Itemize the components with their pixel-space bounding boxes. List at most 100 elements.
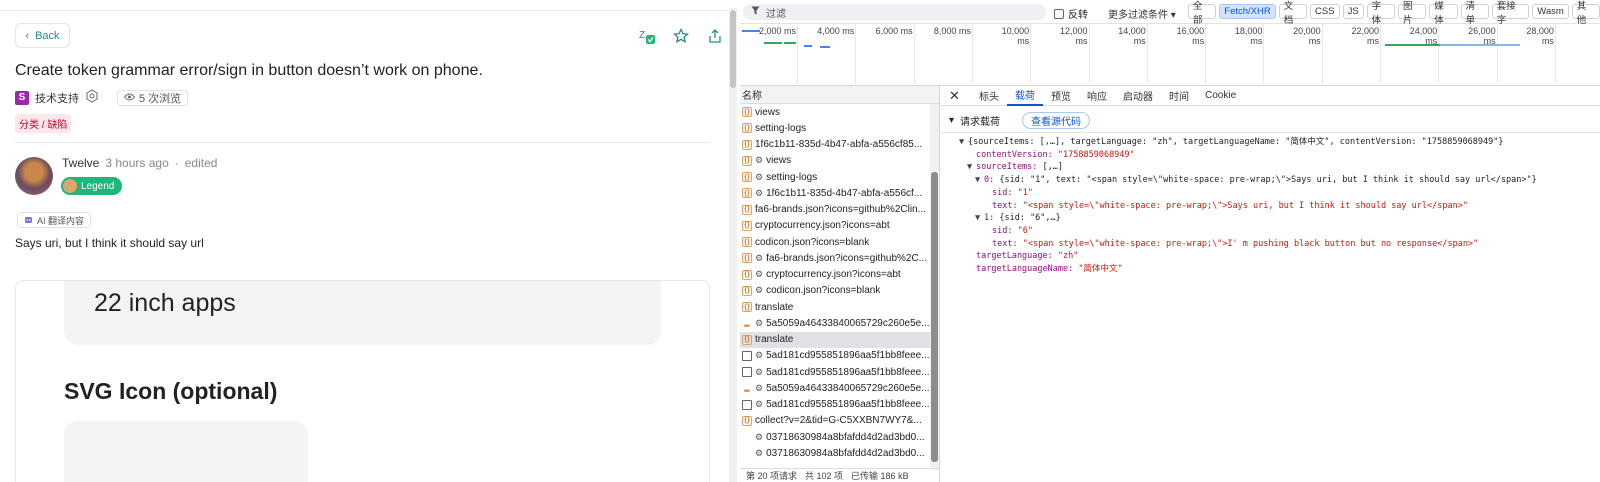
edited-label[interactable]: edited (185, 156, 218, 170)
request-list-scrollbar[interactable] (930, 104, 939, 470)
category-link[interactable]: 技术支持 (35, 90, 79, 106)
type-filter-chip[interactable]: 字体 (1366, 1, 1395, 26)
request-row[interactable]: {} 1f6c1b11-835d-4b47-abfa-a556cf85... (740, 137, 939, 153)
request-row[interactable]: {} ⚙ views (740, 153, 939, 169)
payload-line[interactable]: sid: "1" (959, 187, 1537, 200)
payload-line[interactable]: ▼ 0: {sid: "1", text: "<span style=\"whit… (959, 174, 1537, 187)
request-row[interactable]: ▂ ⚙ 5a5059a46433840065729c260e5e... (740, 380, 939, 396)
request-row[interactable]: {} collect?v=2&tid=G-C5XXBN7WY7&... (740, 413, 939, 429)
request-row[interactable]: {} ⚙ fa6-brands.json?icons=github%2C... (740, 250, 939, 266)
detail-tab[interactable]: 预览 (1043, 86, 1079, 106)
topic-tag[interactable]: 分类 / 缺陷 (15, 114, 72, 133)
detail-tab[interactable]: 启动器 (1115, 86, 1161, 106)
star-icon[interactable] (670, 25, 692, 47)
request-row[interactable]: ⚙ 03718630984a8bfafdd4d2ad3bd0... (740, 445, 939, 461)
more-filters-dropdown[interactable]: 更多过滤条件 ▾ (1108, 6, 1176, 21)
ai-translated-chip[interactable]: AI 翻译内容 (17, 212, 92, 228)
detail-tab[interactable]: 标头 (971, 86, 1007, 106)
type-filter-chip[interactable]: 文档 (1278, 1, 1308, 26)
expand-triangle-icon[interactable]: ▼ (975, 174, 984, 187)
translate-icon[interactable]: Z (636, 25, 658, 47)
gear-icon: ⚙ (755, 155, 764, 166)
filter-input[interactable]: 过滤 (743, 4, 1046, 20)
payload-line[interactable]: contentVersion: "1758859068949" (959, 149, 1537, 162)
topic-actions: Z (636, 25, 726, 47)
hexagon-icon (85, 89, 99, 106)
request-row[interactable]: {} codicon.json?icons=blank (740, 234, 939, 250)
xhr-icon: {} (742, 155, 752, 166)
name-column-header[interactable]: 名称 (740, 86, 939, 104)
request-row[interactable]: {} cryptocurrency.json?icons=abt (740, 218, 939, 234)
page-scroll-thumb[interactable] (730, 10, 736, 88)
share-icon[interactable] (704, 25, 726, 47)
expand-triangle-icon[interactable]: ▼ (967, 161, 976, 174)
request-row[interactable]: ⚙ 03718630984a8bfafdd4d2ad3bd0... (740, 429, 939, 445)
request-row[interactable]: {} ⚙ cryptocurrency.json?icons=abt (740, 267, 939, 283)
payload-line[interactable]: ▼ {sourceItems: [,…], targetLanguage: "zh… (959, 136, 1537, 149)
payload-key: sid: (992, 225, 1018, 236)
type-filter-chip[interactable]: 其他 (1571, 1, 1600, 26)
type-filter-chip[interactable]: CSS (1310, 4, 1340, 19)
close-icon[interactable]: ✕ (949, 88, 971, 104)
timeline-overview[interactable]: 2,000 ms 4,000 ms 6,000 ms 8,000 ms 10,000 m… (740, 24, 1600, 86)
screen: ‹ Back Z Create token grammar error/sign… (0, 0, 1600, 482)
type-filter-chip[interactable]: JS (1342, 4, 1364, 19)
invert-checkbox[interactable] (1054, 8, 1064, 19)
request-row[interactable]: ⚙ 5ad181cd955851896aa5f1bb8feee... (740, 397, 939, 413)
legend-badge: Legend (61, 177, 123, 195)
request-row[interactable]: {} setting-logs (740, 120, 939, 136)
request-name: setting-logs (766, 171, 818, 183)
detail-tab[interactable]: 载荷 (1007, 86, 1043, 106)
request-row[interactable]: {} ⚙ codicon.json?icons=blank (740, 283, 939, 299)
payload-line[interactable]: text: "<span style=\"white-space: pre-wr… (959, 238, 1537, 251)
type-filter-chip[interactable]: Wasm (1532, 4, 1569, 19)
payload-key: text: (992, 238, 1023, 249)
request-row[interactable]: {} ⚙ 1f6c1b11-835d-4b47-abfa-a556cf... (740, 185, 939, 201)
request-list-scroll-thumb[interactable] (931, 172, 938, 462)
view-source-button[interactable]: 查看源代码 (1022, 112, 1091, 129)
author-name[interactable]: Twelve (62, 156, 99, 170)
payload-line[interactable]: text: "<span style=\"white-space: pre-wr… (959, 200, 1537, 213)
type-filter-chip[interactable]: 媒体 (1429, 1, 1458, 26)
request-row[interactable]: ▂ ⚙ 5a5059a46433840065729c260e5e... (740, 315, 939, 331)
type-filter-chip[interactable]: 套接字 (1491, 1, 1530, 26)
detail-tab[interactable]: Cookie (1197, 86, 1244, 106)
timeline-tick: 24,000 ms (1410, 24, 1440, 86)
payload-section-header[interactable]: ▾ 请求载荷 查看源代码 (949, 112, 1091, 129)
expand-triangle-icon[interactable]: ▼ (975, 212, 984, 225)
back-button[interactable]: ‹ Back (15, 23, 70, 48)
request-row[interactable]: ⚙ 5ad181cd955851896aa5f1bb8feee... (740, 348, 939, 364)
request-name: 03718630984a8bfafdd4d2ad3bd0... (766, 431, 925, 443)
request-row[interactable]: {} translate (740, 331, 939, 348)
payload-line[interactable]: targetLanguageName: "简体中文" (959, 263, 1537, 276)
type-filter-chip[interactable]: 清单 (1460, 1, 1489, 26)
post-body: Says uri, but I think it should say url (15, 236, 204, 250)
xhr-icon: {} (742, 415, 752, 426)
request-row[interactable]: {} views (740, 104, 939, 120)
expand-triangle-icon[interactable]: ▼ (959, 136, 968, 149)
avatar[interactable] (15, 157, 53, 195)
type-filter-chip[interactable]: Fetch/XHR (1219, 4, 1276, 19)
request-row[interactable]: {} ⚙ setting-logs (740, 169, 939, 185)
payload-line[interactable]: ▼ sourceItems: [,…] (959, 161, 1537, 174)
gear-icon: ⚙ (755, 399, 764, 410)
image-icon: ▂ (744, 320, 750, 328)
xhr-icon: {} (742, 237, 752, 248)
page-scrollbar[interactable] (729, 8, 737, 482)
invert-toggle[interactable]: 反转 (1054, 6, 1088, 21)
timeline-activity-bar (764, 42, 782, 44)
request-row[interactable]: ⚙ 5ad181cd955851896aa5f1bb8feee... (740, 364, 939, 380)
request-row[interactable]: {} translate (740, 299, 939, 315)
request-row[interactable]: {} fa6-brands.json?icons=github%2Clin... (740, 202, 939, 218)
payload-line[interactable]: sid: "6" (959, 225, 1537, 238)
timeline-tick-label: 4,000 ms (817, 26, 855, 36)
detail-tab[interactable]: 响应 (1079, 86, 1115, 106)
devtools-network-panel: 过滤 反转 更多过滤条件 ▾ 全部 Fetch/XHR 文档 CSS JS 字体 图片 媒体清… (740, 0, 1600, 482)
payload-line[interactable]: ▼ 1: {sid: "6",…} (959, 212, 1537, 225)
detail-tab[interactable]: 时间 (1161, 86, 1197, 106)
payload-line[interactable]: targetLanguage: "zh" (959, 250, 1537, 263)
post-author-row: Twelve 3 hours ago · edited (62, 156, 217, 170)
type-filter-chip[interactable]: 图片 (1397, 1, 1427, 26)
type-filter-chip[interactable]: 全部 (1188, 1, 1217, 26)
topic-meta: S 技术支持 5 次浏览 (15, 89, 189, 106)
